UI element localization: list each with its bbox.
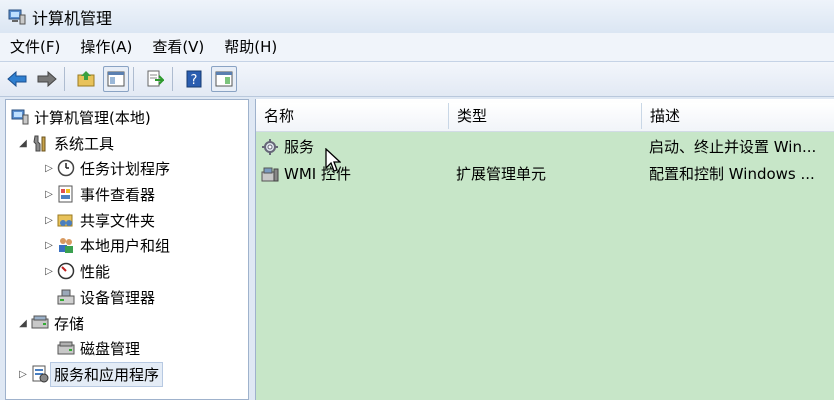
show-action-pane-button[interactable] (211, 66, 237, 92)
menu-file[interactable]: 文件(F) (0, 33, 70, 61)
tree-item-label: 性能 (80, 262, 111, 281)
wmi-control-icon (260, 164, 280, 184)
computer-management-icon (8, 8, 26, 26)
tools-icon (30, 133, 50, 153)
row-name-text: 服务 (284, 138, 315, 156)
help-button[interactable]: ? (181, 66, 207, 92)
tree-item-storage[interactable]: ◢ 存储 (16, 310, 84, 336)
svg-text:?: ? (191, 73, 198, 88)
device-manager-icon (56, 287, 76, 307)
toolbar-separator (133, 67, 134, 91)
forward-button[interactable] (34, 66, 60, 92)
tree-item-label: 系统工具 (54, 134, 115, 153)
expand-arrow-icon[interactable]: ▷ (42, 240, 56, 251)
tree-item-system-tools[interactable]: ◢ 系统工具 (16, 130, 114, 156)
export-list-icon (147, 70, 164, 87)
table-row[interactable]: WMI 控件 扩展管理单元 配置和控制 Windows ... (256, 161, 834, 187)
expand-arrow-icon[interactable]: ▷ (42, 215, 56, 226)
navigation-tree: 计算机管理(本地) ◢ 系统工具 ▷ 任务计划程序 ▷ 事件查看器 ▷ 共享文件… (5, 99, 249, 400)
table-cell-type: 扩展管理单元 (456, 165, 547, 183)
show-action-pane-icon (215, 71, 233, 87)
collapse-arrow-icon[interactable]: ◢ (16, 138, 30, 149)
show-hide-tree-button[interactable] (103, 66, 129, 92)
services-gear-icon (260, 137, 280, 157)
table-row[interactable]: 服务 启动、终止并设置 Win... (256, 134, 834, 160)
mouse-cursor-icon (325, 148, 341, 172)
table-cell-name: 服务 (260, 134, 450, 160)
tree-item-label: 服务和应用程序 (50, 361, 164, 387)
column-header-type[interactable]: 类型 (449, 103, 642, 129)
disk-management-icon (56, 338, 76, 358)
column-header-name[interactable]: 名称 (256, 103, 449, 129)
tree-item-label: 本地用户和组 (80, 236, 171, 255)
back-arrow-icon (7, 70, 27, 88)
forward-arrow-icon (37, 70, 57, 88)
services-apps-icon (30, 364, 50, 384)
clock-icon (56, 158, 76, 178)
tree-item-task-scheduler[interactable]: ▷ 任务计划程序 (42, 155, 170, 181)
tree-item-label: 计算机管理(本地) (34, 108, 151, 127)
storage-icon (30, 313, 50, 333)
tree-item-label: 共享文件夹 (80, 211, 156, 230)
shared-folder-icon (56, 210, 76, 230)
table-cell-desc: 启动、终止并设置 Win... (649, 138, 817, 156)
list-header: 名称 类型 描述 (256, 99, 834, 132)
show-hide-tree-icon (107, 71, 125, 87)
up-folder-icon (77, 71, 95, 87)
tree-item-label: 设备管理器 (80, 288, 156, 307)
title-bar[interactable]: 计算机管理 (0, 0, 834, 33)
expand-arrow-icon[interactable]: ▷ (42, 163, 56, 174)
expand-arrow-icon[interactable]: ▷ (42, 266, 56, 277)
tree-item-shared-folders[interactable]: ▷ 共享文件夹 (42, 207, 155, 233)
details-list: 名称 类型 描述 服务 启动、终止并设置 Win... WMI 控件 扩展管理单… (255, 99, 834, 400)
tree-item-disk-management[interactable]: 磁盘管理 (56, 335, 140, 361)
export-list-button[interactable] (142, 66, 168, 92)
tree-item-services-apps[interactable]: ▷ 服务和应用程序 (16, 361, 164, 387)
tree-item-local-users[interactable]: ▷ 本地用户和组 (42, 232, 170, 258)
toolbar-separator (64, 67, 65, 91)
computer-management-icon (10, 107, 30, 127)
tree-item-performance[interactable]: ▷ 性能 (42, 258, 110, 284)
tree-item-device-manager[interactable]: 设备管理器 (56, 284, 155, 310)
tree-item-label: 磁盘管理 (80, 339, 141, 358)
expand-arrow-icon[interactable]: ▷ (16, 369, 30, 380)
up-level-button[interactable] (73, 66, 99, 92)
table-cell-desc: 配置和控制 Windows ... (649, 165, 815, 183)
event-log-icon (56, 184, 76, 204)
computer-management-window: 计算机管理 文件(F) 操作(A) 查看(V) 帮助(H) ? 计算机管理(本地… (0, 0, 834, 400)
performance-gauge-icon (56, 261, 76, 281)
menu-help[interactable]: 帮助(H) (214, 33, 287, 61)
tree-item-label: 任务计划程序 (80, 159, 171, 178)
tree-item-root[interactable]: 计算机管理(本地) (10, 104, 151, 130)
window-title: 计算机管理 (32, 8, 113, 28)
tree-item-label: 存储 (54, 314, 85, 333)
column-header-desc[interactable]: 描述 (642, 103, 834, 129)
table-cell-type (456, 134, 641, 160)
toolbar: ? (0, 62, 834, 97)
tree-item-label: 事件查看器 (80, 185, 156, 204)
tree-item-event-viewer[interactable]: ▷ 事件查看器 (42, 181, 155, 207)
help-icon: ? (186, 70, 202, 88)
back-button[interactable] (4, 66, 30, 92)
toolbar-separator (172, 67, 173, 91)
menu-view[interactable]: 查看(V) (142, 33, 214, 61)
users-icon (56, 235, 76, 255)
table-cell-name: WMI 控件 (260, 161, 450, 187)
menu-bar: 文件(F) 操作(A) 查看(V) 帮助(H) (0, 33, 834, 62)
expand-arrow-icon[interactable]: ▷ (42, 189, 56, 200)
collapse-arrow-icon[interactable]: ◢ (16, 318, 30, 329)
menu-action[interactable]: 操作(A) (70, 33, 142, 61)
